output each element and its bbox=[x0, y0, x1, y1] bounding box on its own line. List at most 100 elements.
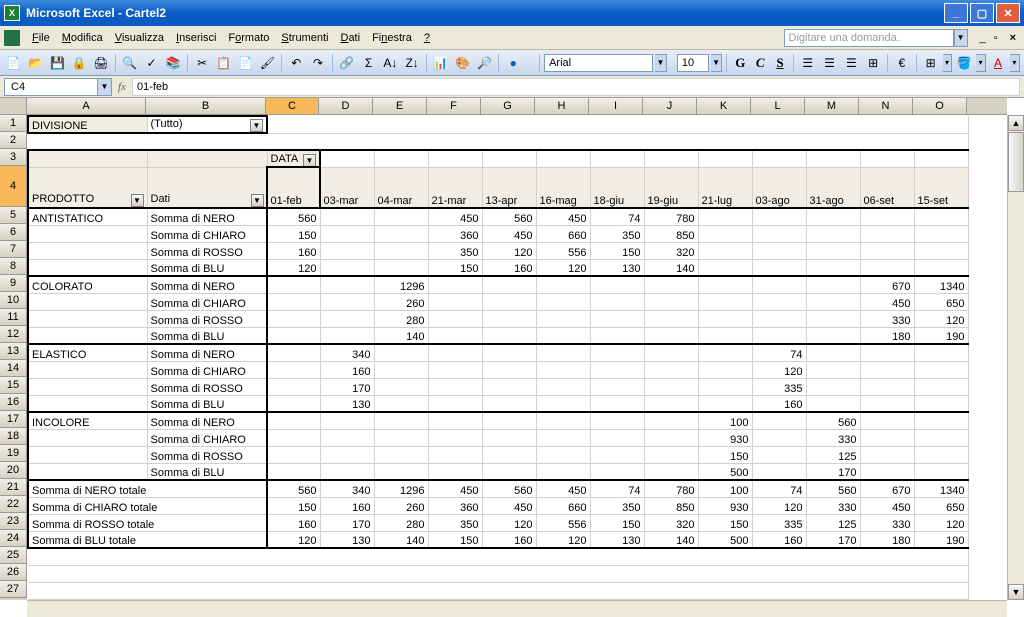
align-center-icon[interactable]: ☰ bbox=[820, 53, 840, 73]
vertical-scrollbar[interactable]: ▲ ▼ bbox=[1007, 115, 1024, 600]
row-header-1[interactable]: 1 bbox=[0, 115, 27, 132]
borders-icon[interactable]: ⊞ bbox=[921, 53, 941, 73]
date-header-0[interactable]: 01-feb bbox=[267, 167, 320, 208]
sort-desc-icon[interactable]: Z↓ bbox=[402, 53, 422, 73]
row-header-7[interactable]: 7 bbox=[0, 241, 27, 258]
column-header-O[interactable]: O bbox=[913, 98, 967, 114]
fx-icon[interactable]: fx bbox=[118, 81, 126, 93]
row-header-19[interactable]: 19 bbox=[0, 445, 27, 462]
bold-button[interactable]: G bbox=[731, 53, 749, 73]
menu-file[interactable]: File bbox=[26, 30, 56, 46]
row-header-6[interactable]: 6 bbox=[0, 224, 27, 241]
help-search-box[interactable]: Digitare una domanda. bbox=[784, 29, 954, 47]
copy-icon[interactable]: 📋 bbox=[214, 53, 234, 73]
menu-help[interactable]: ? bbox=[418, 30, 436, 46]
cells-area[interactable]: DIVISIONE(Tutto)▼DATA▼PRODOTTO▼Dati▼01-f… bbox=[27, 115, 1007, 600]
minimize-button[interactable]: _ bbox=[944, 3, 968, 23]
menu-visualizza[interactable]: Visualizza bbox=[109, 30, 170, 46]
menu-strumenti[interactable]: Strumenti bbox=[275, 30, 334, 46]
help-dropdown-icon[interactable]: ▼ bbox=[954, 29, 968, 47]
fill-dropdown-icon[interactable]: ▾ bbox=[976, 54, 986, 72]
drawing-icon[interactable]: 🎨 bbox=[453, 53, 473, 73]
dati-dropdown-icon[interactable]: ▼ bbox=[251, 194, 264, 207]
column-header-L[interactable]: L bbox=[751, 98, 805, 114]
sort-asc-icon[interactable]: A↓ bbox=[380, 53, 400, 73]
window-restore-icon[interactable]: _ bbox=[976, 32, 990, 44]
row-header-23[interactable]: 23 bbox=[0, 513, 27, 530]
zoom-icon[interactable]: 🔎 bbox=[475, 53, 495, 73]
size-dropdown-icon[interactable]: ▼ bbox=[711, 54, 723, 72]
name-box[interactable]: C4 bbox=[4, 78, 98, 96]
font-dropdown-icon[interactable]: ▼ bbox=[655, 54, 667, 72]
fontcolor-dropdown-icon[interactable]: ▾ bbox=[1010, 54, 1020, 72]
font-selector[interactable]: Arial bbox=[544, 54, 653, 72]
filter-dropdown-icon[interactable]: ▼ bbox=[250, 119, 263, 132]
row-header-2[interactable]: 2 bbox=[0, 132, 27, 149]
column-header-G[interactable]: G bbox=[481, 98, 535, 114]
underline-button[interactable]: S bbox=[771, 53, 789, 73]
row-header-10[interactable]: 10 bbox=[0, 292, 27, 309]
permissions-icon[interactable]: 🔒 bbox=[69, 53, 89, 73]
column-header-F[interactable]: F bbox=[427, 98, 481, 114]
format-painter-icon[interactable]: 🖌 bbox=[258, 53, 278, 73]
column-header-K[interactable]: K bbox=[697, 98, 751, 114]
formula-input[interactable]: 01-feb bbox=[132, 78, 1020, 96]
excel-doc-icon[interactable] bbox=[4, 30, 20, 46]
row-header-11[interactable]: 11 bbox=[0, 309, 27, 326]
fill-color-icon[interactable]: 🪣 bbox=[954, 53, 974, 73]
pivot-data-field[interactable]: Dati▼ bbox=[147, 167, 267, 208]
row-header-26[interactable]: 26 bbox=[0, 564, 27, 581]
row-header-14[interactable]: 14 bbox=[0, 360, 27, 377]
row-header-16[interactable]: 16 bbox=[0, 394, 27, 411]
row-header-27[interactable]: 27 bbox=[0, 581, 27, 598]
autosum-icon[interactable]: Σ bbox=[359, 53, 379, 73]
spreadsheet-grid[interactable]: ABCDEFGHIJKLMNO 123456789101112131415161… bbox=[0, 98, 1024, 617]
row-header-15[interactable]: 15 bbox=[0, 377, 27, 394]
menu-dati[interactable]: Dati bbox=[334, 30, 366, 46]
vscroll-thumb[interactable] bbox=[1008, 132, 1024, 192]
column-header-A[interactable]: A bbox=[27, 98, 146, 114]
row-header-12[interactable]: 12 bbox=[0, 326, 27, 343]
maximize-button[interactable]: ▢ bbox=[970, 3, 994, 23]
column-header-H[interactable]: H bbox=[535, 98, 589, 114]
row-header-3[interactable]: 3 bbox=[0, 149, 27, 166]
name-box-dropdown-icon[interactable]: ▼ bbox=[98, 78, 112, 96]
menu-finestra[interactable]: Finestra bbox=[366, 30, 418, 46]
column-header-D[interactable]: D bbox=[319, 98, 373, 114]
row-header-9[interactable]: 9 bbox=[0, 275, 27, 292]
font-color-icon[interactable]: A bbox=[988, 53, 1008, 73]
menu-formato[interactable]: Formato bbox=[222, 30, 275, 46]
align-left-icon[interactable]: ☰ bbox=[798, 53, 818, 73]
scroll-down-icon[interactable]: ▼ bbox=[1008, 584, 1024, 600]
column-header-M[interactable]: M bbox=[805, 98, 859, 114]
pivot-filter-value[interactable]: (Tutto)▼ bbox=[147, 116, 267, 133]
row-header-25[interactable]: 25 bbox=[0, 547, 27, 564]
row-header-8[interactable]: 8 bbox=[0, 258, 27, 275]
new-icon[interactable]: 📄 bbox=[4, 53, 24, 73]
horizontal-scrollbar[interactable] bbox=[27, 600, 1007, 617]
align-right-icon[interactable]: ☰ bbox=[841, 53, 861, 73]
column-header-N[interactable]: N bbox=[859, 98, 913, 114]
column-header-J[interactable]: J bbox=[643, 98, 697, 114]
menu-modifica[interactable]: Modifica bbox=[56, 30, 109, 46]
row-header-20[interactable]: 20 bbox=[0, 462, 27, 479]
row-header-4[interactable]: 4 bbox=[0, 166, 27, 207]
row-header-17[interactable]: 17 bbox=[0, 411, 27, 428]
merge-icon[interactable]: ⊞ bbox=[863, 53, 883, 73]
row-header-13[interactable]: 13 bbox=[0, 343, 27, 360]
column-header-B[interactable]: B bbox=[146, 98, 266, 114]
menu-inserisci[interactable]: Inserisci bbox=[170, 30, 222, 46]
redo-icon[interactable]: ↷ bbox=[308, 53, 328, 73]
currency-icon[interactable]: € bbox=[892, 53, 912, 73]
select-all-corner[interactable] bbox=[0, 98, 27, 115]
close-button[interactable]: ✕ bbox=[996, 3, 1020, 23]
open-icon[interactable]: 📂 bbox=[26, 53, 46, 73]
pivot-col-field[interactable]: DATA▼ bbox=[267, 150, 320, 167]
data-dropdown-icon[interactable]: ▼ bbox=[303, 154, 316, 167]
help-icon[interactable]: ● bbox=[503, 53, 523, 73]
hyperlink-icon[interactable]: 🔗 bbox=[337, 53, 357, 73]
prodotto-dropdown-icon[interactable]: ▼ bbox=[131, 194, 144, 207]
row-header-21[interactable]: 21 bbox=[0, 479, 27, 496]
italic-button[interactable]: C bbox=[751, 53, 769, 73]
scroll-up-icon[interactable]: ▲ bbox=[1008, 115, 1024, 131]
